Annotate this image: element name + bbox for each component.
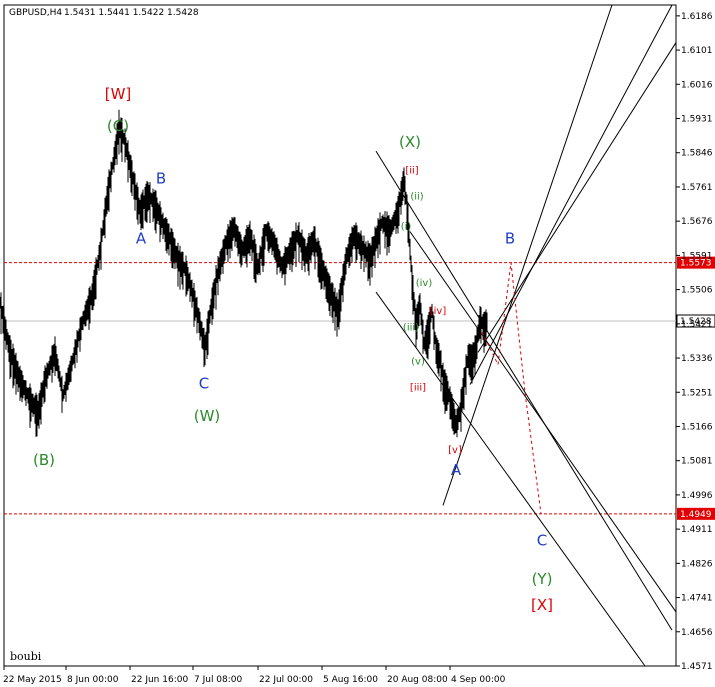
wave-label-7: (X) [399,133,421,151]
y-tick-label-4: 1.5846 [681,149,713,159]
header-symbol: GBPUSD,H4 [9,8,62,18]
chart-background [0,0,715,687]
y-tick-label-3: 1.5931 [681,115,713,125]
wave-label-21: [X] [531,596,553,614]
y-tick-label-7: 1.5591 [681,251,713,261]
wave-label-14: (v) [411,356,425,367]
wave-label-13: (iii) [403,322,419,333]
y-tick-label-11: 1.5251 [681,388,713,398]
y-tick-label-19: 1.4571 [681,662,713,672]
wave-label-19: C [537,532,547,550]
wave-label-4: C [199,375,209,393]
wave-label-2: B [156,169,166,187]
y-tick-label-6: 1.5676 [681,217,713,227]
y-tick-label-13: 1.5081 [681,457,713,467]
y-tick-label-12: 1.5166 [681,422,713,432]
y-tick-label-15: 1.4911 [681,525,713,535]
x-tick-label-4: 22 Jul 00:00 [259,675,313,685]
wave-label-0: [W] [105,85,132,103]
wave-label-6: (B) [33,451,55,469]
y-tick-label-17: 1.4741 [681,594,713,604]
wave-label-3: A [136,230,147,248]
y-tick-label-2: 1.6016 [681,80,713,90]
x-tick-label-3: 7 Jul 08:00 [194,675,243,685]
y-tick-label-14: 1.4996 [681,491,713,501]
price-tag-label-2: 1.4949 [680,510,712,520]
y-tick-label-16: 1.4826 [681,559,713,569]
wave-label-12: [iv] [430,306,447,317]
x-tick-label-6: 20 Aug 08:00 [387,675,448,685]
wave-label-10: (i) [401,222,412,233]
wave-label-15: [iii] [410,383,426,394]
x-tick-label-0: 22 May 2015 [3,675,62,685]
wave-label-18: B [505,230,515,248]
wave-label-5: (W) [194,407,221,425]
wave-label-11: (iv) [416,278,433,289]
wave-label-17: A [451,461,462,479]
x-tick-label-1: 8 Jun 00:00 [67,675,119,685]
x-tick-label-2: 22 Jun 16:00 [131,675,188,685]
y-tick-label-5: 1.5761 [681,183,713,193]
chart-svg: GBPUSD,H4 1.5431 1.5441 1.5422 1.5428 bo… [0,0,715,687]
wave-label-1: (C) [107,117,129,135]
wave-label-8: [ii] [405,165,418,176]
y-tick-label-1: 1.6101 [681,46,713,56]
y-tick-label-8: 1.5506 [681,286,713,296]
x-tick-label-7: 4 Sep 00:00 [451,675,506,685]
y-tick-label-10: 1.5336 [681,354,713,364]
header-ohlc: 1.5431 1.5441 1.5422 1.5428 [64,8,199,18]
y-tick-label-0: 1.6186 [681,12,713,22]
wave-label-20: (Y) [532,570,553,588]
author-label: boubi [10,650,42,663]
wave-label-9: (ii) [410,191,423,202]
x-tick-label-5: 5 Aug 16:00 [323,675,378,685]
y-tick-label-9: 1.5421 [681,320,713,330]
y-tick-label-18: 1.4656 [681,628,713,638]
wave-label-16: [v] [448,445,462,456]
